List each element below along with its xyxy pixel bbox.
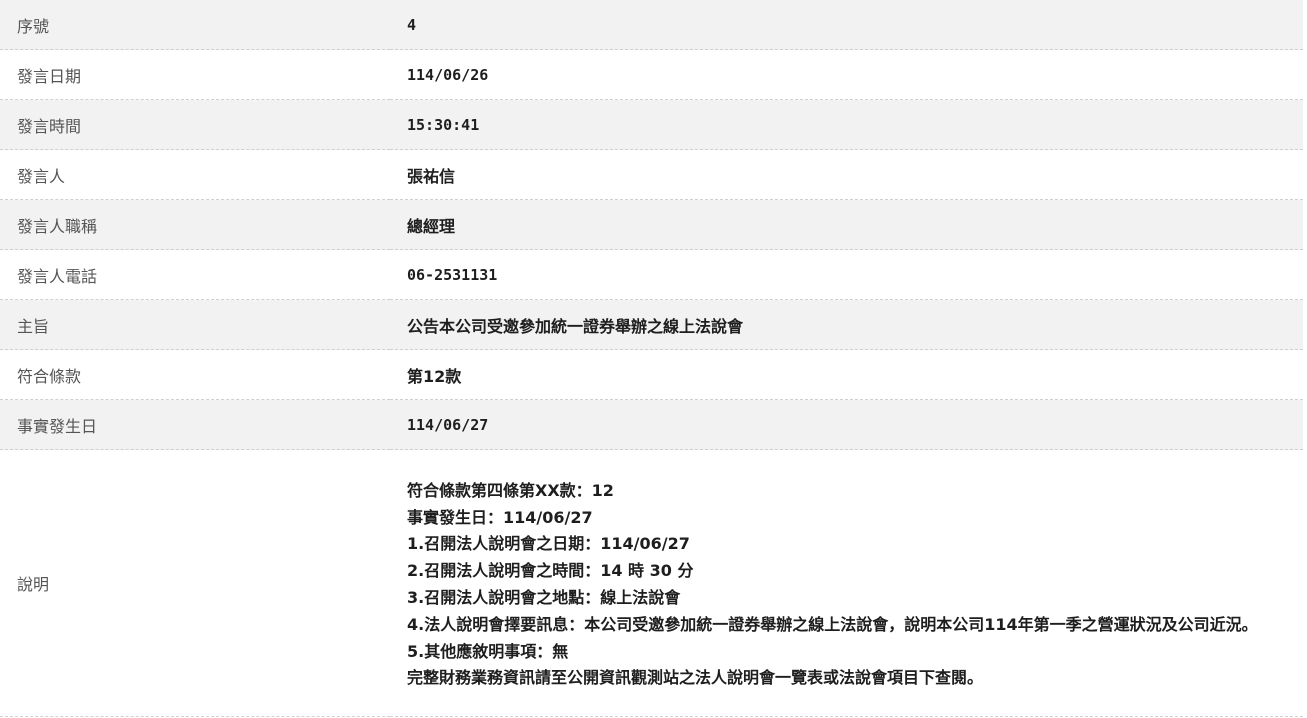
row-statement-time: 發言時間 15:30:41 — [0, 99, 1303, 150]
spokesperson-title-label: 發言人職稱 — [17, 216, 98, 236]
description-line: 5.其他應敘明事項：無 — [407, 641, 569, 661]
description-line: 3.召開法人說明會之地點：線上法說會 — [407, 588, 681, 607]
description-line: 1.召開法人說明會之日期：114/06/27 — [407, 534, 690, 554]
description-label: 說明 — [17, 575, 50, 594]
applicable-clause-value: 第12款 — [407, 366, 462, 386]
announcement-detail-table: 序號 4 發言日期 114/06/26 發言時間 15:30:41 發言人 張祐… — [0, 0, 1303, 717]
serial-number-label: 序號 — [17, 16, 50, 36]
row-spokesperson-title: 發言人職稱 總經理 — [0, 199, 1303, 250]
description-line: 完整財務業務資訊請至公開資訊觀測站之法人說明會一覽表或法說會項目下查閱。 — [407, 668, 984, 688]
occurrence-date-label: 事實發生日 — [17, 416, 98, 436]
row-subject: 主旨 公告本公司受邀參加統一證券舉辦之線上法說會 — [0, 299, 1303, 350]
row-occurrence-date: 事實發生日 114/06/27 — [0, 399, 1303, 450]
description-line: 符合條款第四條第XX款：12 — [407, 480, 614, 500]
row-spokesperson: 發言人 張祐信 — [0, 149, 1303, 200]
spokesperson-phone-value: 06-2531131 — [407, 265, 498, 284]
applicable-clause-label: 符合條款 — [17, 366, 82, 386]
description-line: 4.法人說明會擇要訊息：本公司受邀參加統一證券舉辦之線上法說會，說明本公司114… — [407, 614, 1258, 634]
description-line: 事實發生日：114/06/27 — [407, 507, 593, 527]
subject-value: 公告本公司受邀參加統一證券舉辦之線上法說會 — [407, 316, 744, 336]
spokesperson-value: 張祐信 — [407, 166, 456, 186]
statement-date-value: 114/06/26 — [407, 65, 489, 84]
row-description: 說明 符合條款第四條第XX款：12 事實發生日：114/06/27 1.召開法人… — [0, 449, 1303, 717]
row-serial-number: 序號 4 — [0, 0, 1303, 50]
description-line: 2.召開法人說明會之時間：14 時 30 分 — [407, 561, 694, 581]
occurrence-date-value: 114/06/27 — [407, 415, 489, 434]
statement-date-label: 發言日期 — [17, 66, 82, 86]
spokesperson-phone-label: 發言人電話 — [17, 266, 98, 286]
row-spokesperson-phone: 發言人電話 06-2531131 — [0, 249, 1303, 300]
description-value: 符合條款第四條第XX款：12 事實發生日：114/06/27 1.召開法人說明會… — [390, 450, 1303, 717]
spokesperson-title-value: 總經理 — [407, 216, 456, 236]
serial-number-value: 4 — [407, 15, 417, 34]
row-statement-date: 發言日期 114/06/26 — [0, 49, 1303, 100]
statement-time-value: 15:30:41 — [407, 115, 480, 134]
row-applicable-clause: 符合條款 第12款 — [0, 349, 1303, 400]
statement-time-label: 發言時間 — [17, 116, 82, 136]
spokesperson-label: 發言人 — [17, 166, 66, 186]
subject-label: 主旨 — [17, 316, 50, 336]
